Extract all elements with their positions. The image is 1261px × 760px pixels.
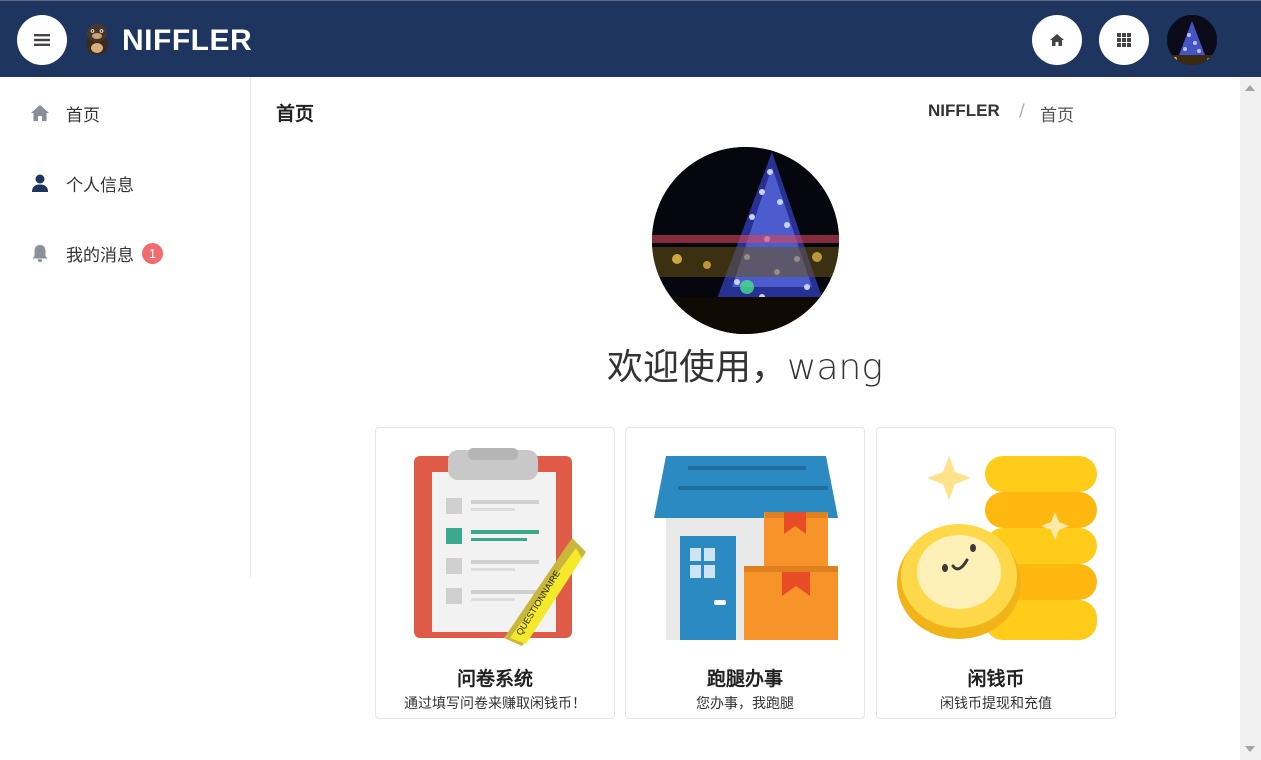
profile-avatar xyxy=(652,147,839,334)
avatar-image xyxy=(1167,15,1217,65)
home-icon xyxy=(31,105,49,121)
card-title: 闲钱币 xyxy=(967,668,1025,690)
scroll-up-arrow-icon[interactable] xyxy=(1245,85,1255,91)
user-avatar[interactable] xyxy=(1167,15,1217,65)
card-title: 问卷系统 xyxy=(456,668,533,690)
niffler-logo-icon xyxy=(86,24,108,55)
page-title: 首页 xyxy=(276,103,315,125)
menu-toggle-button[interactable] xyxy=(17,15,67,65)
coins-icon xyxy=(897,456,1097,640)
breadcrumb-root[interactable]: NIFFLER xyxy=(928,101,1000,121)
scroll-down-arrow-icon[interactable] xyxy=(1245,746,1255,752)
apps-grid-icon xyxy=(1117,33,1131,47)
card-description: 您办事，我跑腿 xyxy=(696,696,794,712)
card-errands[interactable]: 跑腿办事 您办事，我跑腿 xyxy=(625,427,865,719)
user-icon xyxy=(32,174,48,192)
card-description: 通过填写问卷来赚取闲钱币！ xyxy=(404,696,586,712)
breadcrumb-separator: / xyxy=(1019,101,1025,121)
welcome-message: 欢迎使用，wang xyxy=(607,347,883,388)
vertical-scrollbar[interactable] xyxy=(1240,77,1261,760)
card-title: 跑腿办事 xyxy=(706,668,783,690)
menu-icon xyxy=(34,34,50,46)
bell-icon xyxy=(32,245,48,262)
sidebar-item-home[interactable]: 首页 xyxy=(0,93,250,133)
apps-button[interactable] xyxy=(1099,15,1149,65)
breadcrumb-current: 首页 xyxy=(1040,106,1074,126)
card-description: 闲钱币提现和充值 xyxy=(940,696,1052,712)
store-boxes-icon xyxy=(654,456,838,640)
avatar-image xyxy=(652,147,839,334)
card-coins[interactable]: 闲钱币 闲钱币提现和充值 xyxy=(876,427,1116,719)
home-icon xyxy=(1050,34,1064,46)
brand-title[interactable]: NIFFLER xyxy=(122,23,252,59)
sidebar-item-label: 首页 xyxy=(66,105,100,126)
unread-badge: 1 xyxy=(142,242,163,264)
sidebar: 首页 个人信息 我的消息 1 xyxy=(0,77,251,577)
sidebar-item-messages[interactable]: 我的消息 1 xyxy=(0,233,250,273)
sidebar-item-profile[interactable]: 个人信息 xyxy=(0,163,250,203)
sidebar-item-label: 个人信息 xyxy=(66,175,134,196)
clipboard-icon: QUESTIONNAIRE xyxy=(414,448,586,646)
card-questionnaire[interactable]: QUESTIONNAIRE 问卷系统 通过填写问卷来赚取闲钱币！ xyxy=(375,427,615,719)
sidebar-item-label: 我的消息 xyxy=(66,245,134,266)
home-button[interactable] xyxy=(1032,15,1082,65)
top-navbar: NIFFLER xyxy=(0,0,1261,77)
